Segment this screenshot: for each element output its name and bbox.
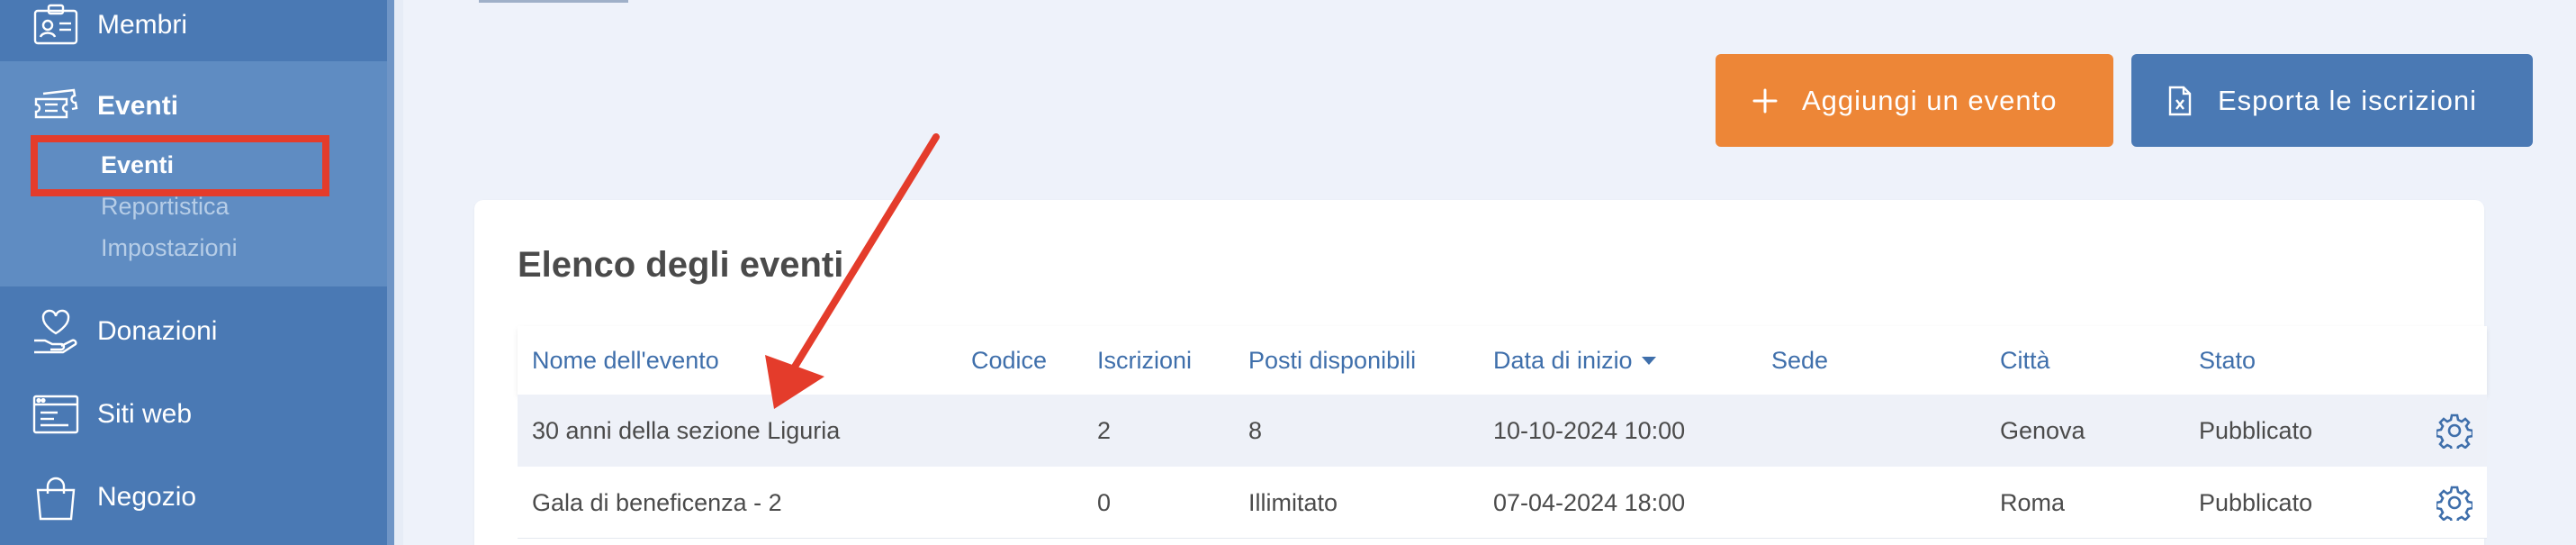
sidebar-divider [394, 0, 403, 545]
column-header-start-date[interactable]: Data di inizio [1493, 326, 1656, 395]
add-event-label: Aggiungi un evento [1802, 84, 2058, 116]
cell-seats: 8 [1248, 416, 1263, 444]
plus-icon [1752, 54, 1779, 147]
events-card: Elenco degli eventi Nome dell'evento Cod… [474, 200, 2487, 545]
sidebar-item-label: Negozio [97, 482, 197, 512]
top-divider [479, 0, 628, 3]
events-list-title: Elenco degli eventi [518, 245, 844, 285]
column-header-registrations[interactable]: Iscrizioni [1097, 326, 1192, 395]
cell-registrations: 2 [1097, 416, 1112, 444]
export-registrations-label: Esporta le iscrizioni [2218, 84, 2478, 116]
member-card-icon [31, 2, 81, 49]
cell-start-date: 07-04-2024 18:00 [1493, 488, 1686, 516]
cell-status: Pubblicato [2199, 488, 2313, 516]
sidebar-item-label: Eventi [97, 91, 179, 121]
cell-event-name[interactable]: 30 anni della sezione Liguria [532, 395, 840, 467]
sidebar-item-donazioni[interactable]: Donazioni [0, 295, 387, 368]
cell-seats: Illimitato [1248, 488, 1338, 516]
sidebar-item-label: Membri [97, 10, 188, 40]
table-row[interactable]: Gala di beneficenza - 2 0 Illimitato 07-… [518, 467, 2487, 539]
cell-city: Roma [2000, 488, 2066, 516]
excel-file-icon [2167, 54, 2193, 147]
sidebar-item-negozio[interactable]: Negozio [0, 461, 387, 533]
table-row[interactable]: 30 anni della sezione Liguria 2 8 10-10-… [518, 395, 2487, 467]
cell-start-date: 10-10-2024 10:00 [1493, 416, 1686, 444]
sidebar-item-siti-web[interactable]: Siti web [0, 378, 387, 450]
column-header-status[interactable]: Stato [2199, 326, 2256, 395]
column-header-city[interactable]: Città [2000, 326, 2050, 395]
column-header-name[interactable]: Nome dell'evento [532, 326, 719, 395]
sidebar-item-label: Siti web [97, 399, 193, 429]
tickets-icon [31, 83, 81, 130]
sidebar-item-eventi[interactable]: Eventi [0, 70, 387, 142]
shopping-bag-icon [31, 474, 81, 521]
annotation-highlight-box [31, 135, 329, 196]
sidebar-edge [387, 0, 394, 545]
table-header: Nome dell'evento Codice Iscrizioni Posti… [518, 326, 2487, 395]
gear-icon[interactable] [2436, 413, 2472, 449]
column-header-seats[interactable]: Posti disponibili [1248, 326, 1416, 395]
sidebar-item-membri[interactable]: Membri [0, 0, 387, 61]
sidebar-item-label: Donazioni [97, 316, 218, 346]
sidebar: Membri Eventi Eventi Reportistica Impost… [0, 0, 394, 545]
cell-registrations: 0 [1097, 488, 1112, 516]
column-header-venue[interactable]: Sede [1771, 326, 1828, 395]
cell-status: Pubblicato [2199, 416, 2313, 444]
sidebar-subitem-impostazioni[interactable]: Impostazioni [101, 234, 238, 262]
heart-hand-icon [31, 308, 81, 355]
export-registrations-button[interactable]: Esporta le iscrizioni [2131, 54, 2533, 147]
sidebar-subitem-reportistica[interactable]: Reportistica [101, 193, 230, 221]
gear-icon[interactable] [2436, 485, 2472, 521]
cell-event-name[interactable]: Gala di beneficenza - 2 [532, 467, 782, 539]
add-event-button[interactable]: Aggiungi un evento [1716, 54, 2113, 147]
column-header-code[interactable]: Codice [971, 326, 1047, 395]
cell-city: Genova [2000, 416, 2085, 444]
website-icon [31, 391, 81, 438]
sort-desc-icon [1641, 356, 1656, 365]
